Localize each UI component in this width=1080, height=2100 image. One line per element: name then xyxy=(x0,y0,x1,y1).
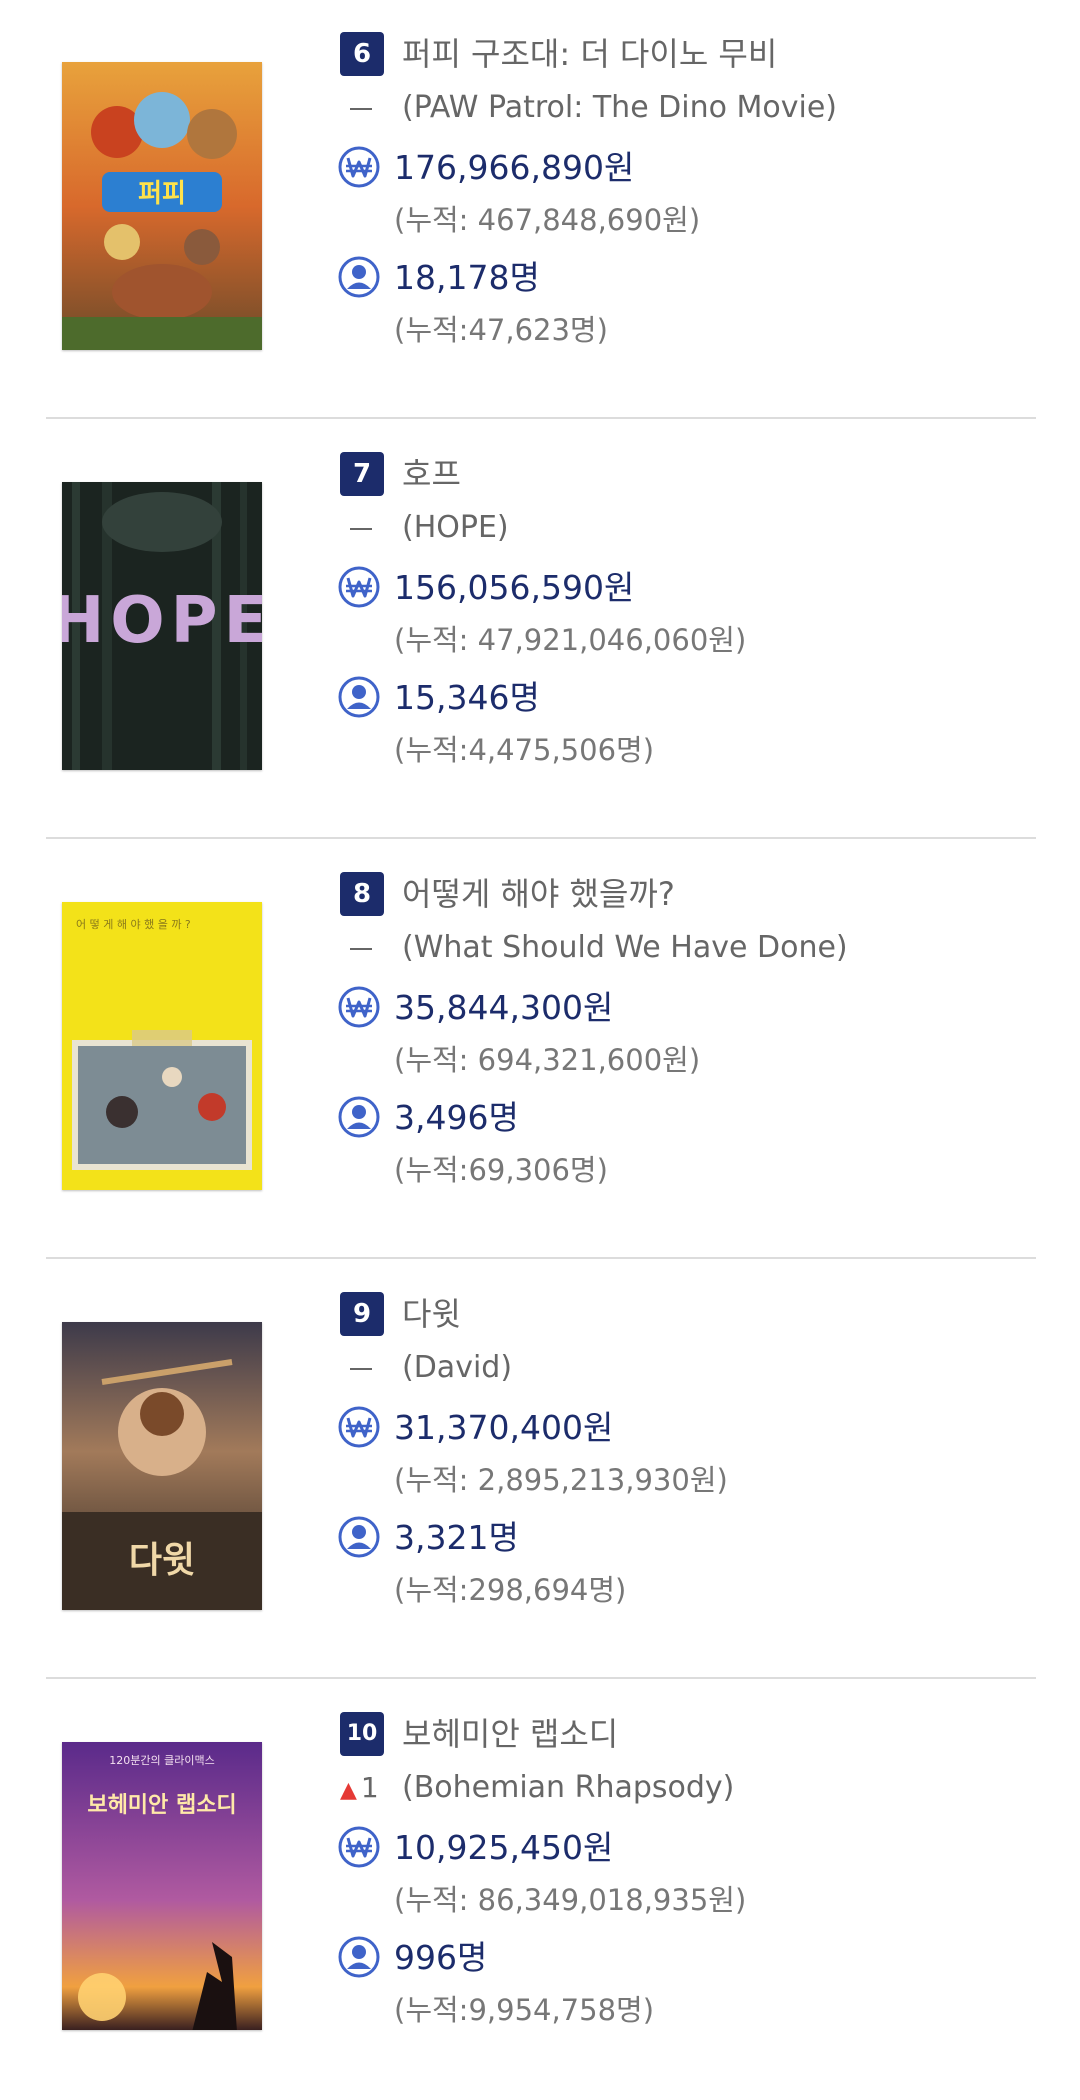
movie-poster[interactable]: HOPE xyxy=(62,482,262,770)
movie-item[interactable]: 어 떻 게 해 야 했 을 까 ? 8 어떻게 해야 했을까? (What Sh… xyxy=(0,840,1080,1260)
audience-cumulative: (누적:9,954,758명) xyxy=(394,1993,655,2027)
original-title: (HOPE) xyxy=(402,510,509,545)
audience-count: 15,346명 xyxy=(394,678,540,717)
movie-poster[interactable]: 다윗 xyxy=(62,1322,262,1610)
divider xyxy=(46,1677,1036,1679)
audience-count: 3,496명 xyxy=(394,1098,519,1137)
won-icon xyxy=(338,1406,380,1448)
original-title: (PAW Patrol: The Dino Movie) xyxy=(402,90,838,125)
arrow-up-icon: ▲ xyxy=(340,1778,357,1803)
rank-badge: 6 xyxy=(340,32,384,76)
rank-change xyxy=(340,1346,392,1390)
box-office-list: 퍼피 6 퍼피 구조대: 더 다이노 무비 (PAW Patrol: The D… xyxy=(0,0,1080,2082)
audience-count: 18,178명 xyxy=(394,258,540,297)
divider xyxy=(46,837,1036,839)
person-icon xyxy=(338,256,380,298)
movie-item[interactable]: 120분간의 클라이맥스 보헤미안 랩소디 10 보헤미안 랩소디 ▲ 1 (Bo… xyxy=(0,1680,1080,2100)
rank-change xyxy=(340,506,392,550)
sales-amount: 156,056,590원 xyxy=(394,568,635,607)
audience-cumulative: (누적:4,475,506명) xyxy=(394,733,655,767)
person-icon xyxy=(338,1096,380,1138)
audience-count: 3,321명 xyxy=(394,1518,519,1557)
person-icon xyxy=(338,1936,380,1978)
original-title: (What Should We Have Done) xyxy=(402,930,848,965)
svg-text:어 떻 게 해 야 했 을 까 ?: 어 떻 게 해 야 했 을 까 ? xyxy=(76,917,191,931)
divider xyxy=(46,1257,1036,1259)
sales-cumulative: (누적: 47,921,046,060원) xyxy=(394,623,747,657)
svg-text:120분간의 클라이맥스: 120분간의 클라이맥스 xyxy=(109,1754,214,1767)
svg-text:HOPE: HOPE xyxy=(62,584,262,658)
rank-badge: 9 xyxy=(340,1292,384,1336)
dash-icon xyxy=(350,948,372,950)
svg-text:보헤미안 랩소디: 보헤미안 랩소디 xyxy=(87,1793,236,1818)
sales-cumulative: (누적: 694,321,600원) xyxy=(394,1043,701,1077)
rank-change xyxy=(340,86,392,130)
movie-poster[interactable]: 퍼피 xyxy=(62,62,262,350)
sales-amount: 35,844,300원 xyxy=(394,988,614,1027)
movie-poster[interactable]: 어 떻 게 해 야 했 을 까 ? xyxy=(62,902,262,1190)
rank-change-value: 1 xyxy=(360,1771,379,1804)
won-icon xyxy=(338,566,380,608)
sales-amount: 31,370,400원 xyxy=(394,1408,614,1447)
svg-text:다윗: 다윗 xyxy=(129,1540,195,1581)
rank-badge: 7 xyxy=(340,452,384,496)
rank-change xyxy=(340,926,392,970)
divider xyxy=(46,417,1036,419)
won-icon xyxy=(338,1826,380,1868)
dash-icon xyxy=(350,1368,372,1370)
won-icon xyxy=(338,146,380,188)
movie-title[interactable]: 호프 xyxy=(402,452,461,496)
movie-item[interactable]: HOPE 7 호프 (HOPE) 156,056,590원 (누적: 47,92… xyxy=(0,420,1080,840)
sales-cumulative: (누적: 86,349,018,935원) xyxy=(394,1883,747,1917)
movie-item[interactable]: 퍼피 6 퍼피 구조대: 더 다이노 무비 (PAW Patrol: The D… xyxy=(0,0,1080,420)
audience-count: 996명 xyxy=(394,1938,488,1977)
audience-cumulative: (누적:298,694명) xyxy=(394,1573,627,1607)
sales-amount: 10,925,450원 xyxy=(394,1828,614,1867)
person-icon xyxy=(338,676,380,718)
original-title: (Bohemian Rhapsody) xyxy=(402,1770,735,1805)
movie-title[interactable]: 어떻게 해야 했을까? xyxy=(402,872,675,916)
won-icon xyxy=(338,986,380,1028)
movie-item[interactable]: 다윗 9 다윗 (David) 31,370,400원 (누적: 2,895,2… xyxy=(0,1260,1080,1680)
movie-title[interactable]: 보헤미안 랩소디 xyxy=(402,1712,618,1756)
rank-badge: 10 xyxy=(340,1712,384,1756)
sales-cumulative: (누적: 467,848,690원) xyxy=(394,203,701,237)
movie-poster[interactable]: 120분간의 클라이맥스 보헤미안 랩소디 xyxy=(62,1742,262,2030)
svg-text:퍼피: 퍼피 xyxy=(138,179,186,209)
sales-amount: 176,966,890원 xyxy=(394,148,635,187)
dash-icon xyxy=(350,108,372,110)
movie-title[interactable]: 다윗 xyxy=(402,1292,461,1336)
original-title: (David) xyxy=(402,1350,513,1385)
rank-change: ▲ 1 xyxy=(340,1766,392,1810)
audience-cumulative: (누적:69,306명) xyxy=(394,1153,608,1187)
dash-icon xyxy=(350,528,372,530)
person-icon xyxy=(338,1516,380,1558)
rank-badge: 8 xyxy=(340,872,384,916)
sales-cumulative: (누적: 2,895,213,930원) xyxy=(394,1463,728,1497)
movie-title[interactable]: 퍼피 구조대: 더 다이노 무비 xyxy=(402,32,777,76)
audience-cumulative: (누적:47,623명) xyxy=(394,313,608,347)
